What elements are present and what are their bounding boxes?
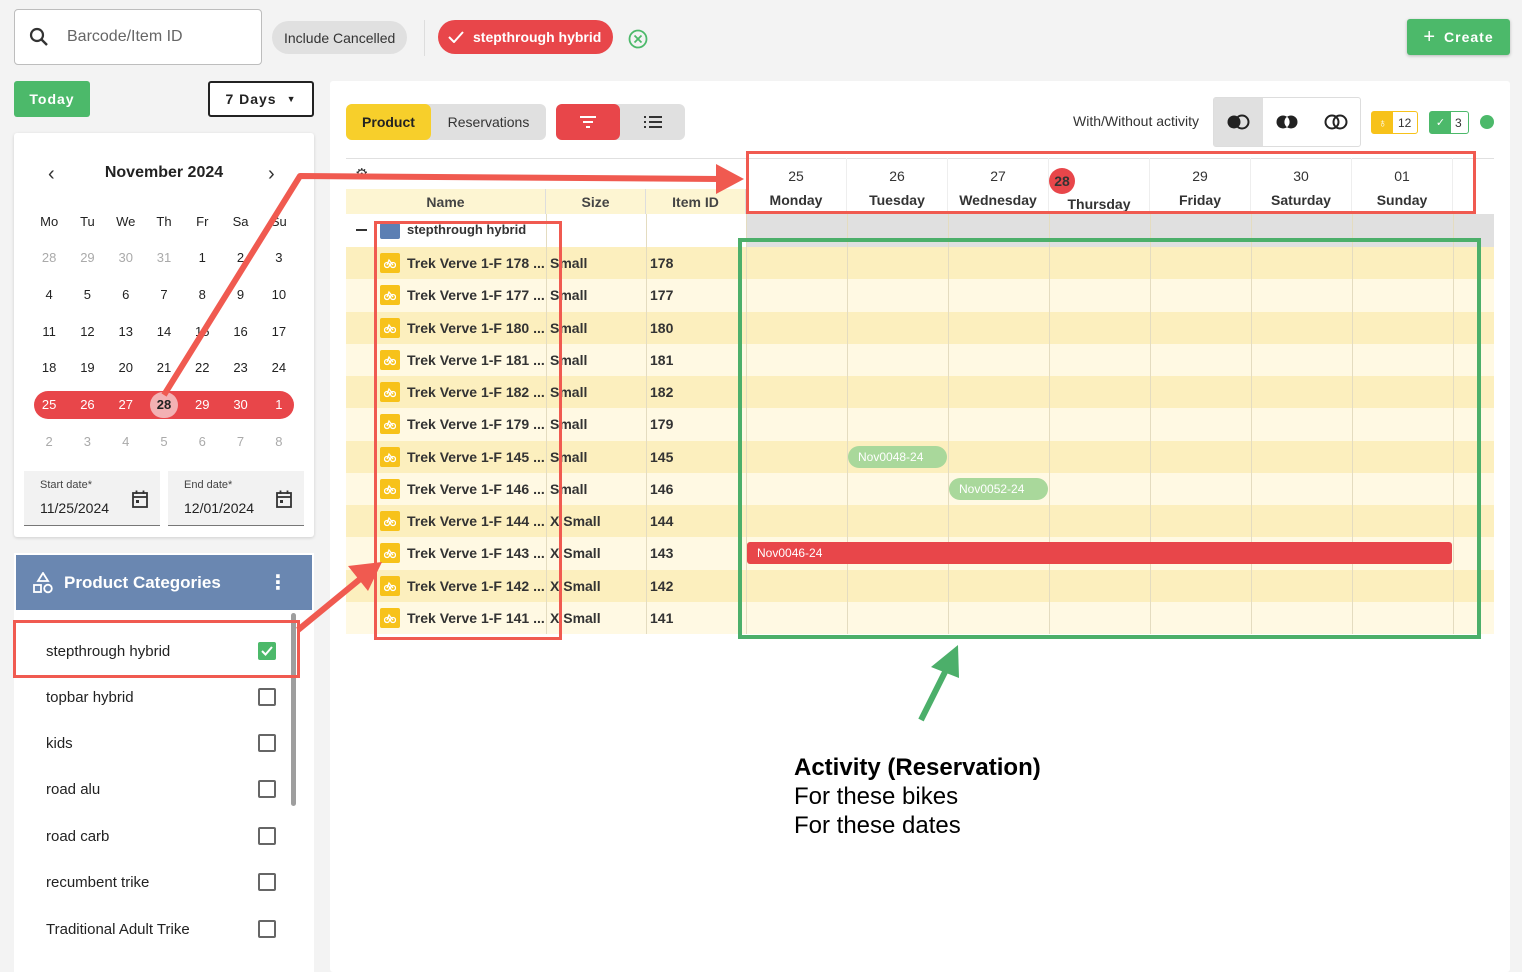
annotation-text: Activity (Reservation) For these bikes F… <box>794 753 1041 840</box>
annotation-line-2: For these dates <box>794 812 961 839</box>
annotation-line-1: For these bikes <box>794 783 959 810</box>
annotation-arrows <box>161 164 959 722</box>
annotation-title: Activity (Reservation) <box>794 754 1041 781</box>
